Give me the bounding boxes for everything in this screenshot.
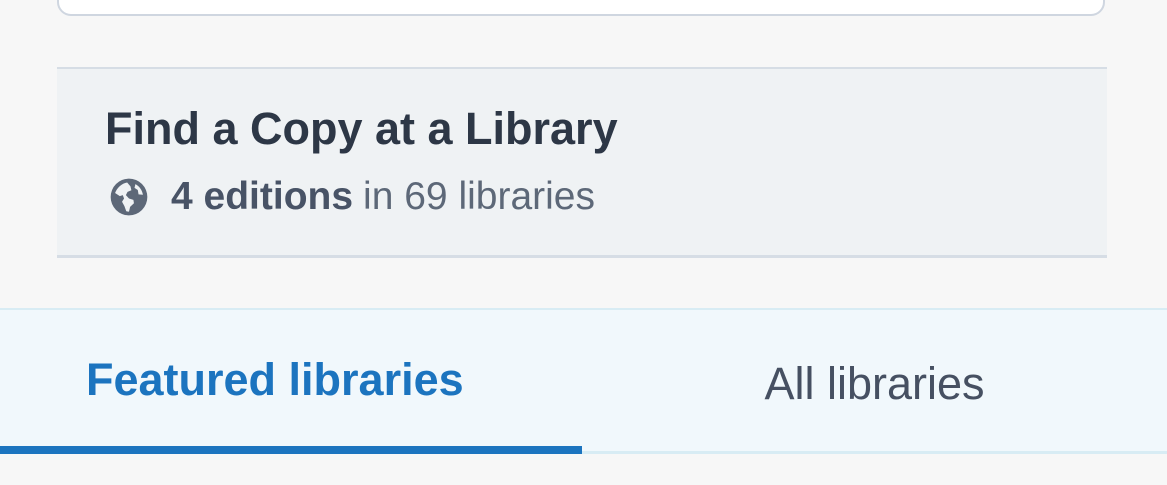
library-tabs: Featured libraries All libraries [0, 308, 1167, 454]
find-copy-panel: Find a Copy at a Library 4 editions in 6… [57, 67, 1107, 258]
libraries-count-text: in 69 libraries [363, 175, 595, 218]
search-result-card [57, 0, 1105, 16]
editions-summary: 4 editions in 69 libraries [107, 175, 595, 219]
tab-all-libraries[interactable]: All libraries [582, 310, 1167, 454]
editions-link[interactable]: 4 editions [171, 175, 353, 219]
find-copy-title: Find a Copy at a Library [105, 103, 618, 154]
tab-featured-libraries[interactable]: Featured libraries [0, 310, 582, 454]
globe-icon [107, 175, 151, 219]
